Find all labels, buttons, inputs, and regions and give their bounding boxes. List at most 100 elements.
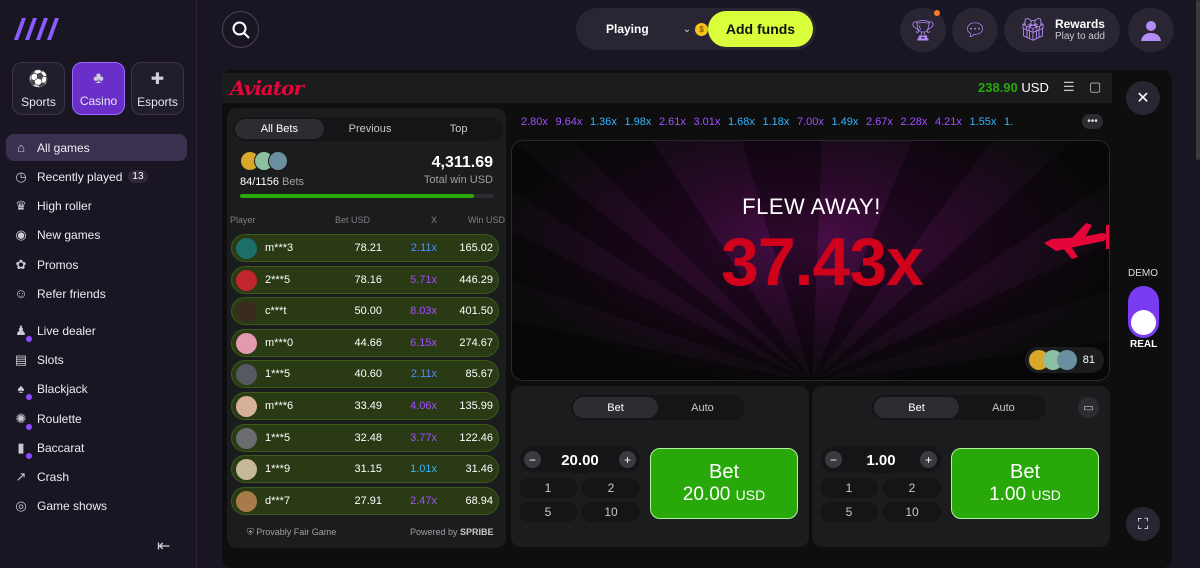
fullscreen-button[interactable]: ⛶ (1126, 507, 1160, 541)
col-player: Player (230, 215, 256, 225)
chevron-down-icon[interactable]: ⌄ (683, 24, 691, 35)
avatar (236, 490, 257, 512)
nav-item-recently-played[interactable]: ◷ Recently played 13 (6, 163, 187, 190)
nav-item-refer-friends[interactable]: ☺ Refer friends (6, 280, 187, 307)
nav-label: High roller (37, 198, 92, 213)
powered-by: Powered by SPRIBE (410, 527, 494, 537)
bet-button-currency: USD (735, 487, 766, 503)
shield-icon: ⛨ (247, 527, 254, 537)
win-amount: 401.50 (459, 305, 493, 318)
bet-amount: 32.48 (354, 431, 382, 444)
nav-label: All games (37, 140, 90, 155)
increase-button[interactable]: + (920, 451, 937, 468)
total-win-label: Total win USD (423, 174, 493, 186)
remove-panel-icon[interactable]: ▭ (1078, 397, 1099, 418)
bet-panel-2: Bet Auto ▭ − 1.00 + 1 2 5 10 Bet 1.00 US… (812, 386, 1110, 547)
quick-amount-button[interactable]: 1 (820, 478, 878, 498)
tab-bet[interactable]: Bet (874, 397, 959, 418)
category-esports[interactable]: ✚ Esports (131, 62, 184, 115)
quick-amount-button[interactable]: 2 (582, 478, 640, 498)
history-multiplier: 3.01x (693, 116, 721, 128)
bets-count-label: Bets (282, 176, 305, 188)
nav-item-game-shows[interactable]: ◎ Game shows (6, 492, 187, 519)
rewards-button[interactable]: 🎁︎ Rewards Play to add (1004, 8, 1120, 52)
nav-item-promos[interactable]: ✿ Promos (6, 251, 187, 278)
close-game-button[interactable]: ✕ (1126, 81, 1160, 115)
nav-item-high-roller[interactable]: ♛ High roller (6, 192, 187, 219)
close-icon: ✕ (1136, 90, 1150, 107)
bets-count-value: 84/1156 (240, 176, 279, 188)
category-casino[interactable]: ♣ Casino (72, 62, 125, 115)
nav-item-live-dealer[interactable]: ♟ Live dealer (6, 317, 187, 344)
table-row: c***t 50.00 8.03x 401.50 (231, 297, 499, 326)
nav-item-slots[interactable]: ▤ Slots (6, 346, 187, 373)
bet-amount: 78.16 (354, 273, 382, 286)
more-history-button[interactable]: ••• (1082, 114, 1103, 129)
trophy-button[interactable]: 🏆︎ (900, 8, 946, 52)
roulette-icon: ✺ (13, 411, 32, 430)
cards-icon: ♣ (93, 69, 104, 87)
clock-icon: ◷ (15, 168, 27, 184)
powered-by-label: Powered by (410, 527, 458, 537)
cashout-multiplier: 1.01x (410, 463, 437, 476)
avatar[interactable] (1128, 8, 1174, 52)
tab-top[interactable]: Top (414, 117, 503, 141)
nav-item-all-games[interactable]: ⌂ All games (6, 134, 187, 161)
table-row: 1***9 31.15 1.01x 31.46 (231, 455, 499, 484)
wallet-status[interactable]: Playing (606, 22, 649, 36)
gamepad-icon: ✚ (150, 70, 165, 88)
nav-item-new-games[interactable]: ◉ New games (6, 221, 187, 248)
chat-icon[interactable]: ▢ (1089, 79, 1101, 95)
add-funds-button[interactable]: Add funds (708, 11, 813, 47)
place-bet-button[interactable]: Bet 20.00 USD (650, 448, 798, 519)
plane-icon (1044, 223, 1109, 259)
nav-item-crash[interactable]: ↗ Crash (6, 463, 187, 490)
nav-label: Refer friends (37, 286, 106, 301)
gift-icon: 🎁︎ (1019, 17, 1047, 42)
brand-logo-icon[interactable] (12, 16, 62, 42)
quick-amount-button[interactable]: 5 (519, 502, 577, 522)
quick-amount-button[interactable]: 10 (582, 502, 640, 522)
spribe-logo: SPRIBE (460, 527, 494, 537)
history-multiplier: 7.00x (797, 116, 824, 128)
page-scrollbar[interactable] (1196, 0, 1200, 160)
tab-all-bets[interactable]: All Bets (235, 119, 324, 139)
demo-label: DEMO (1128, 268, 1158, 279)
nav-label: Roulette (37, 411, 82, 426)
menu-icon[interactable]: ☰ (1063, 79, 1075, 95)
bet-amount-stepper: − 1.00 + (821, 446, 941, 473)
win-amount: 274.67 (459, 336, 493, 349)
avatar (236, 459, 257, 481)
quick-amount-button[interactable]: 5 (820, 502, 878, 522)
cashout-multiplier: 8.03x (410, 305, 437, 318)
avatar (236, 269, 257, 291)
category-sports[interactable]: ⚽ Sports (12, 62, 65, 115)
tab-auto[interactable]: Auto (660, 395, 745, 420)
quick-amount-button[interactable]: 2 (883, 478, 941, 498)
player-name: 2***5 (265, 273, 291, 286)
demo-real-toggle[interactable] (1128, 286, 1159, 338)
player-name: 1***5 (265, 368, 291, 381)
tab-bet[interactable]: Bet (573, 397, 658, 418)
category-label: Sports (21, 94, 56, 109)
tab-auto[interactable]: Auto (961, 395, 1046, 420)
increase-button[interactable]: + (619, 451, 636, 468)
crash-icon: ↗ (15, 468, 27, 484)
place-bet-button[interactable]: Bet 1.00 USD (951, 448, 1099, 519)
nav-item-baccarat[interactable]: ▮ Baccarat (6, 434, 187, 461)
bet-button-amount: 20.00 USD (683, 484, 765, 506)
round-status: FLEW AWAY! (742, 194, 881, 219)
nav-item-blackjack[interactable]: ♠ Blackjack (6, 375, 187, 402)
nav-label: Recently played (37, 169, 123, 184)
users-icon: ☺ (14, 286, 28, 301)
tab-previous[interactable]: Previous (326, 117, 415, 141)
search-button[interactable] (222, 11, 259, 48)
nav-item-roulette[interactable]: ✺ Roulette (6, 405, 187, 432)
win-amount: 446.29 (459, 273, 493, 286)
nav-label: Slots (37, 352, 64, 367)
chat-button[interactable]: 💬︎ (952, 8, 998, 52)
provably-fair[interactable]: ⛨ Provably Fair Game (247, 527, 336, 538)
quick-amount-button[interactable]: 1 (519, 478, 577, 498)
collapse-sidebar-icon[interactable]: ⇤ (157, 536, 170, 556)
quick-amount-button[interactable]: 10 (883, 502, 941, 522)
